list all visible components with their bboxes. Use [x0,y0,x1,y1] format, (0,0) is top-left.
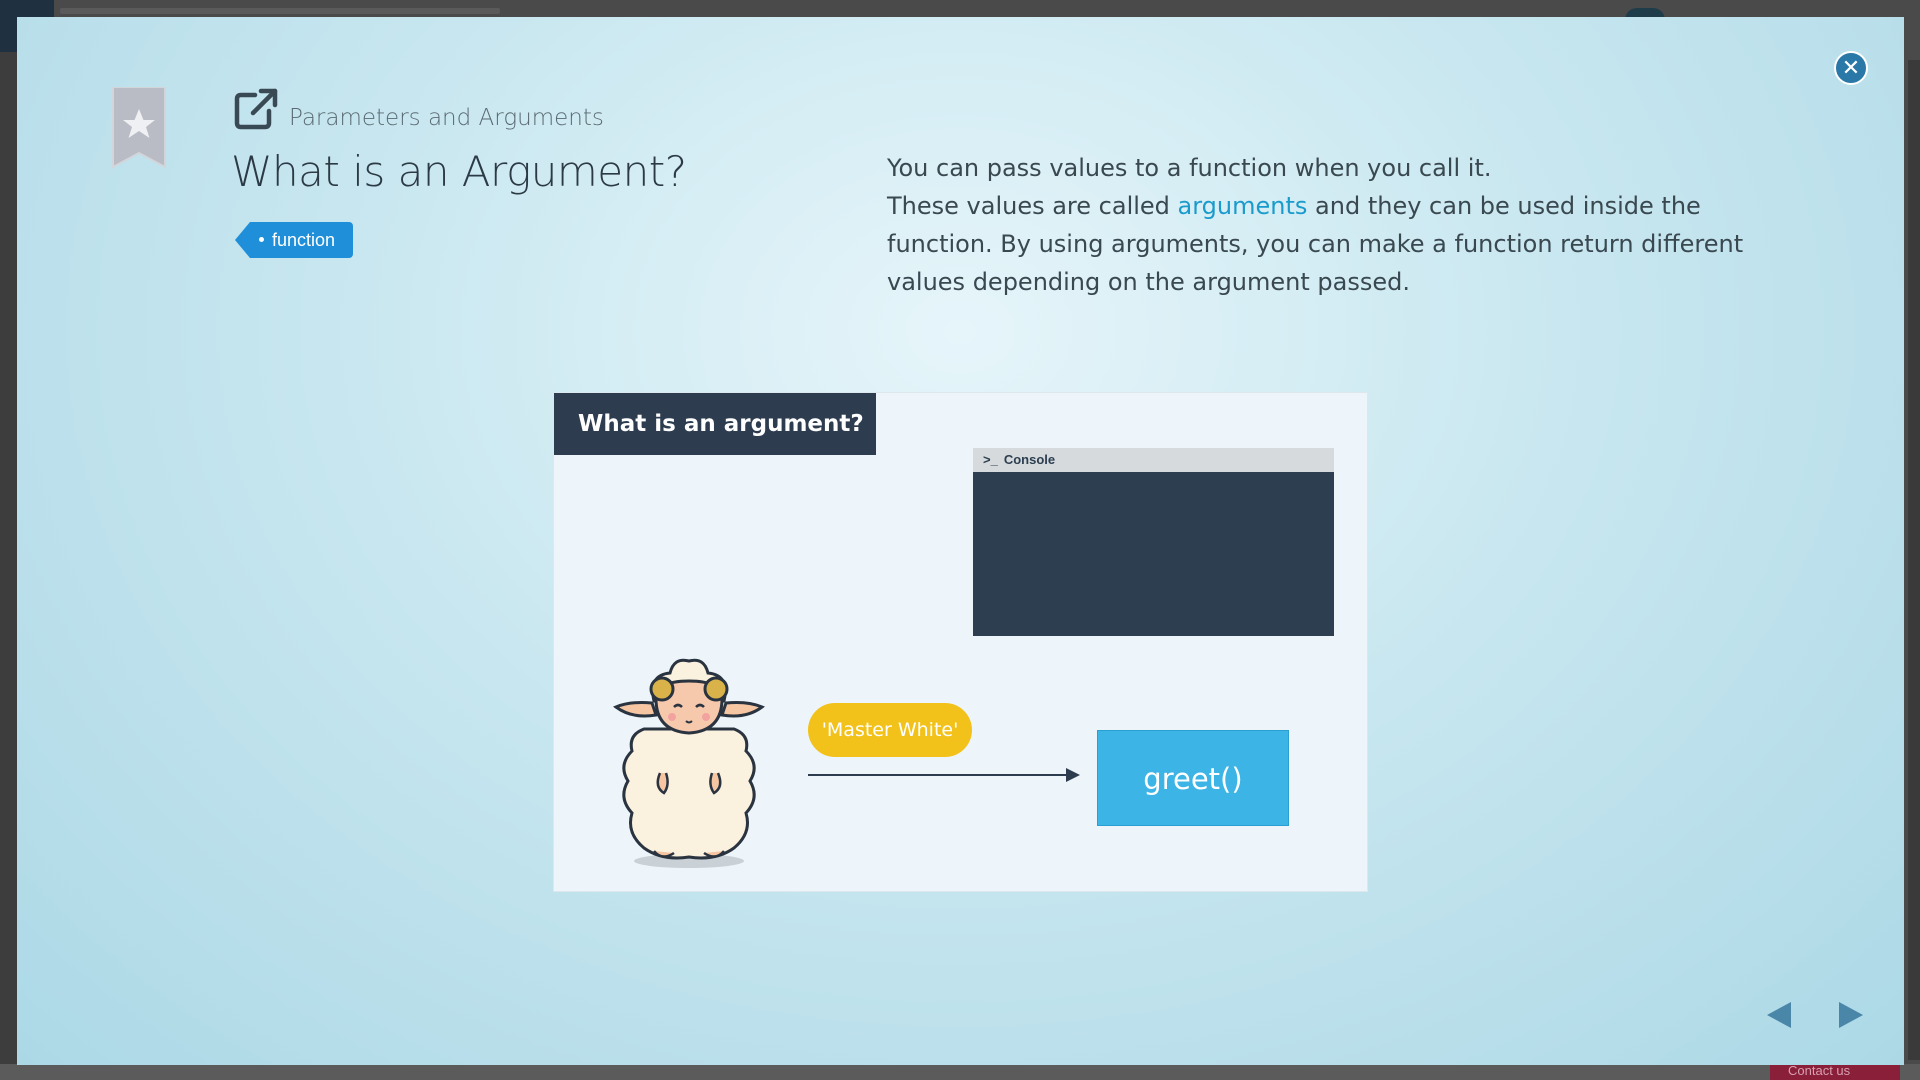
function-box: greet() [1097,730,1289,826]
tag-function[interactable]: function [234,222,354,258]
chapter-title: Parameters and Arguments [289,105,604,131]
description-text: These values are called [887,192,1178,220]
description-line-1: You can pass values to a function when y… [887,154,1492,182]
lesson-slide: What is an argument? >_ Console 'Master … [553,392,1368,892]
triangle-right-icon[interactable] [1833,997,1869,1033]
backdrop-left-panel [0,0,17,1080]
triangle-left-icon[interactable] [1761,997,1797,1033]
console-title-bar: >_ Console [973,448,1334,472]
arguments-link[interactable]: arguments [1178,192,1308,220]
lesson-description: You can pass values to a function when y… [887,149,1787,301]
lesson-title: What is an Argument? [231,147,687,196]
backdrop-top-bar [60,8,500,14]
arrow-right-icon [808,768,1080,782]
backdrop-bottom-bar [0,1064,1920,1080]
lesson-modal: ✕ Parameters and Arguments What is an Ar… [17,17,1904,1065]
close-icon[interactable]: ✕ [1834,51,1868,85]
external-link-icon[interactable] [233,87,279,131]
bookmark-star-icon[interactable] [111,87,167,169]
argument-bubble: 'Master White' [808,703,972,757]
sheep-mascot-icon [613,658,765,868]
console-label: Console [1003,452,1056,467]
console-panel: >_ Console [973,448,1334,636]
terminal-icon: >_ [983,452,998,467]
slide-header: What is an argument? [554,393,876,455]
backdrop-scrollbar [1908,60,1920,1060]
